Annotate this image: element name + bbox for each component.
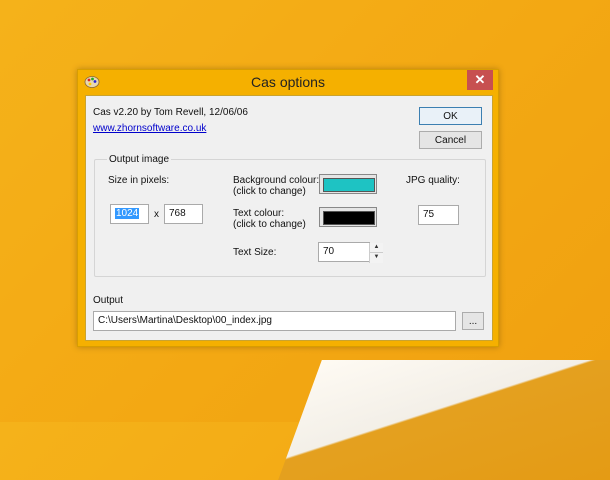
desktop-wallpaper-shape [278,360,610,480]
spin-down-icon[interactable]: ▼ [370,253,383,262]
close-button[interactable]: ✕ [467,70,493,90]
title-bar[interactable]: Cas options ✕ [78,70,498,94]
width-value: 1024 [115,208,140,219]
text-size-input[interactable]: 70 ▲ ▼ [318,242,383,263]
spin-up-icon[interactable]: ▲ [370,243,383,253]
height-input[interactable]: 768 [164,204,203,224]
text-colour-hint: (click to change) [233,219,306,230]
output-path-input[interactable]: C:\Users\Martina\Desktop\00_index.jpg [93,311,456,331]
text-size-spinner[interactable]: ▲ ▼ [369,243,383,263]
version-text: Cas v2.20 by Tom Revell, 12/06/06 [93,107,248,118]
jpg-quality-label: JPG quality: [406,175,460,186]
window-title: Cas options [251,74,325,90]
width-input[interactable]: 1024 [110,204,149,224]
text-size-label: Text Size: [233,247,277,258]
text-colour-button[interactable] [319,207,377,227]
text-colour-label: Text colour: [233,208,285,219]
text-size-value: 70 [323,246,335,257]
website-link[interactable]: www.zhornsoftware.co.uk [93,123,206,134]
background-colour-button[interactable] [319,174,377,194]
ok-button[interactable]: OK [419,107,482,125]
output-image-label: Output image [107,154,172,165]
cas-options-dialog: Cas options ✕ Cas v2.20 by Tom Revell, 1… [77,69,499,347]
text-colour-swatch [323,211,375,225]
output-label: Output [93,295,124,306]
background-colour-label: Background colour: [233,175,320,186]
dialog-client-area: Cas v2.20 by Tom Revell, 12/06/06 www.zh… [85,95,493,341]
cancel-button[interactable]: Cancel [419,131,482,149]
times-sign: x [154,209,159,220]
background-colour-swatch [323,178,375,192]
browse-button[interactable]: ... [462,312,484,330]
jpg-quality-input[interactable]: 75 [418,205,459,225]
background-colour-hint: (click to change) [233,186,306,197]
size-in-pixels-label: Size in pixels: [108,175,170,186]
close-icon: ✕ [474,72,486,87]
